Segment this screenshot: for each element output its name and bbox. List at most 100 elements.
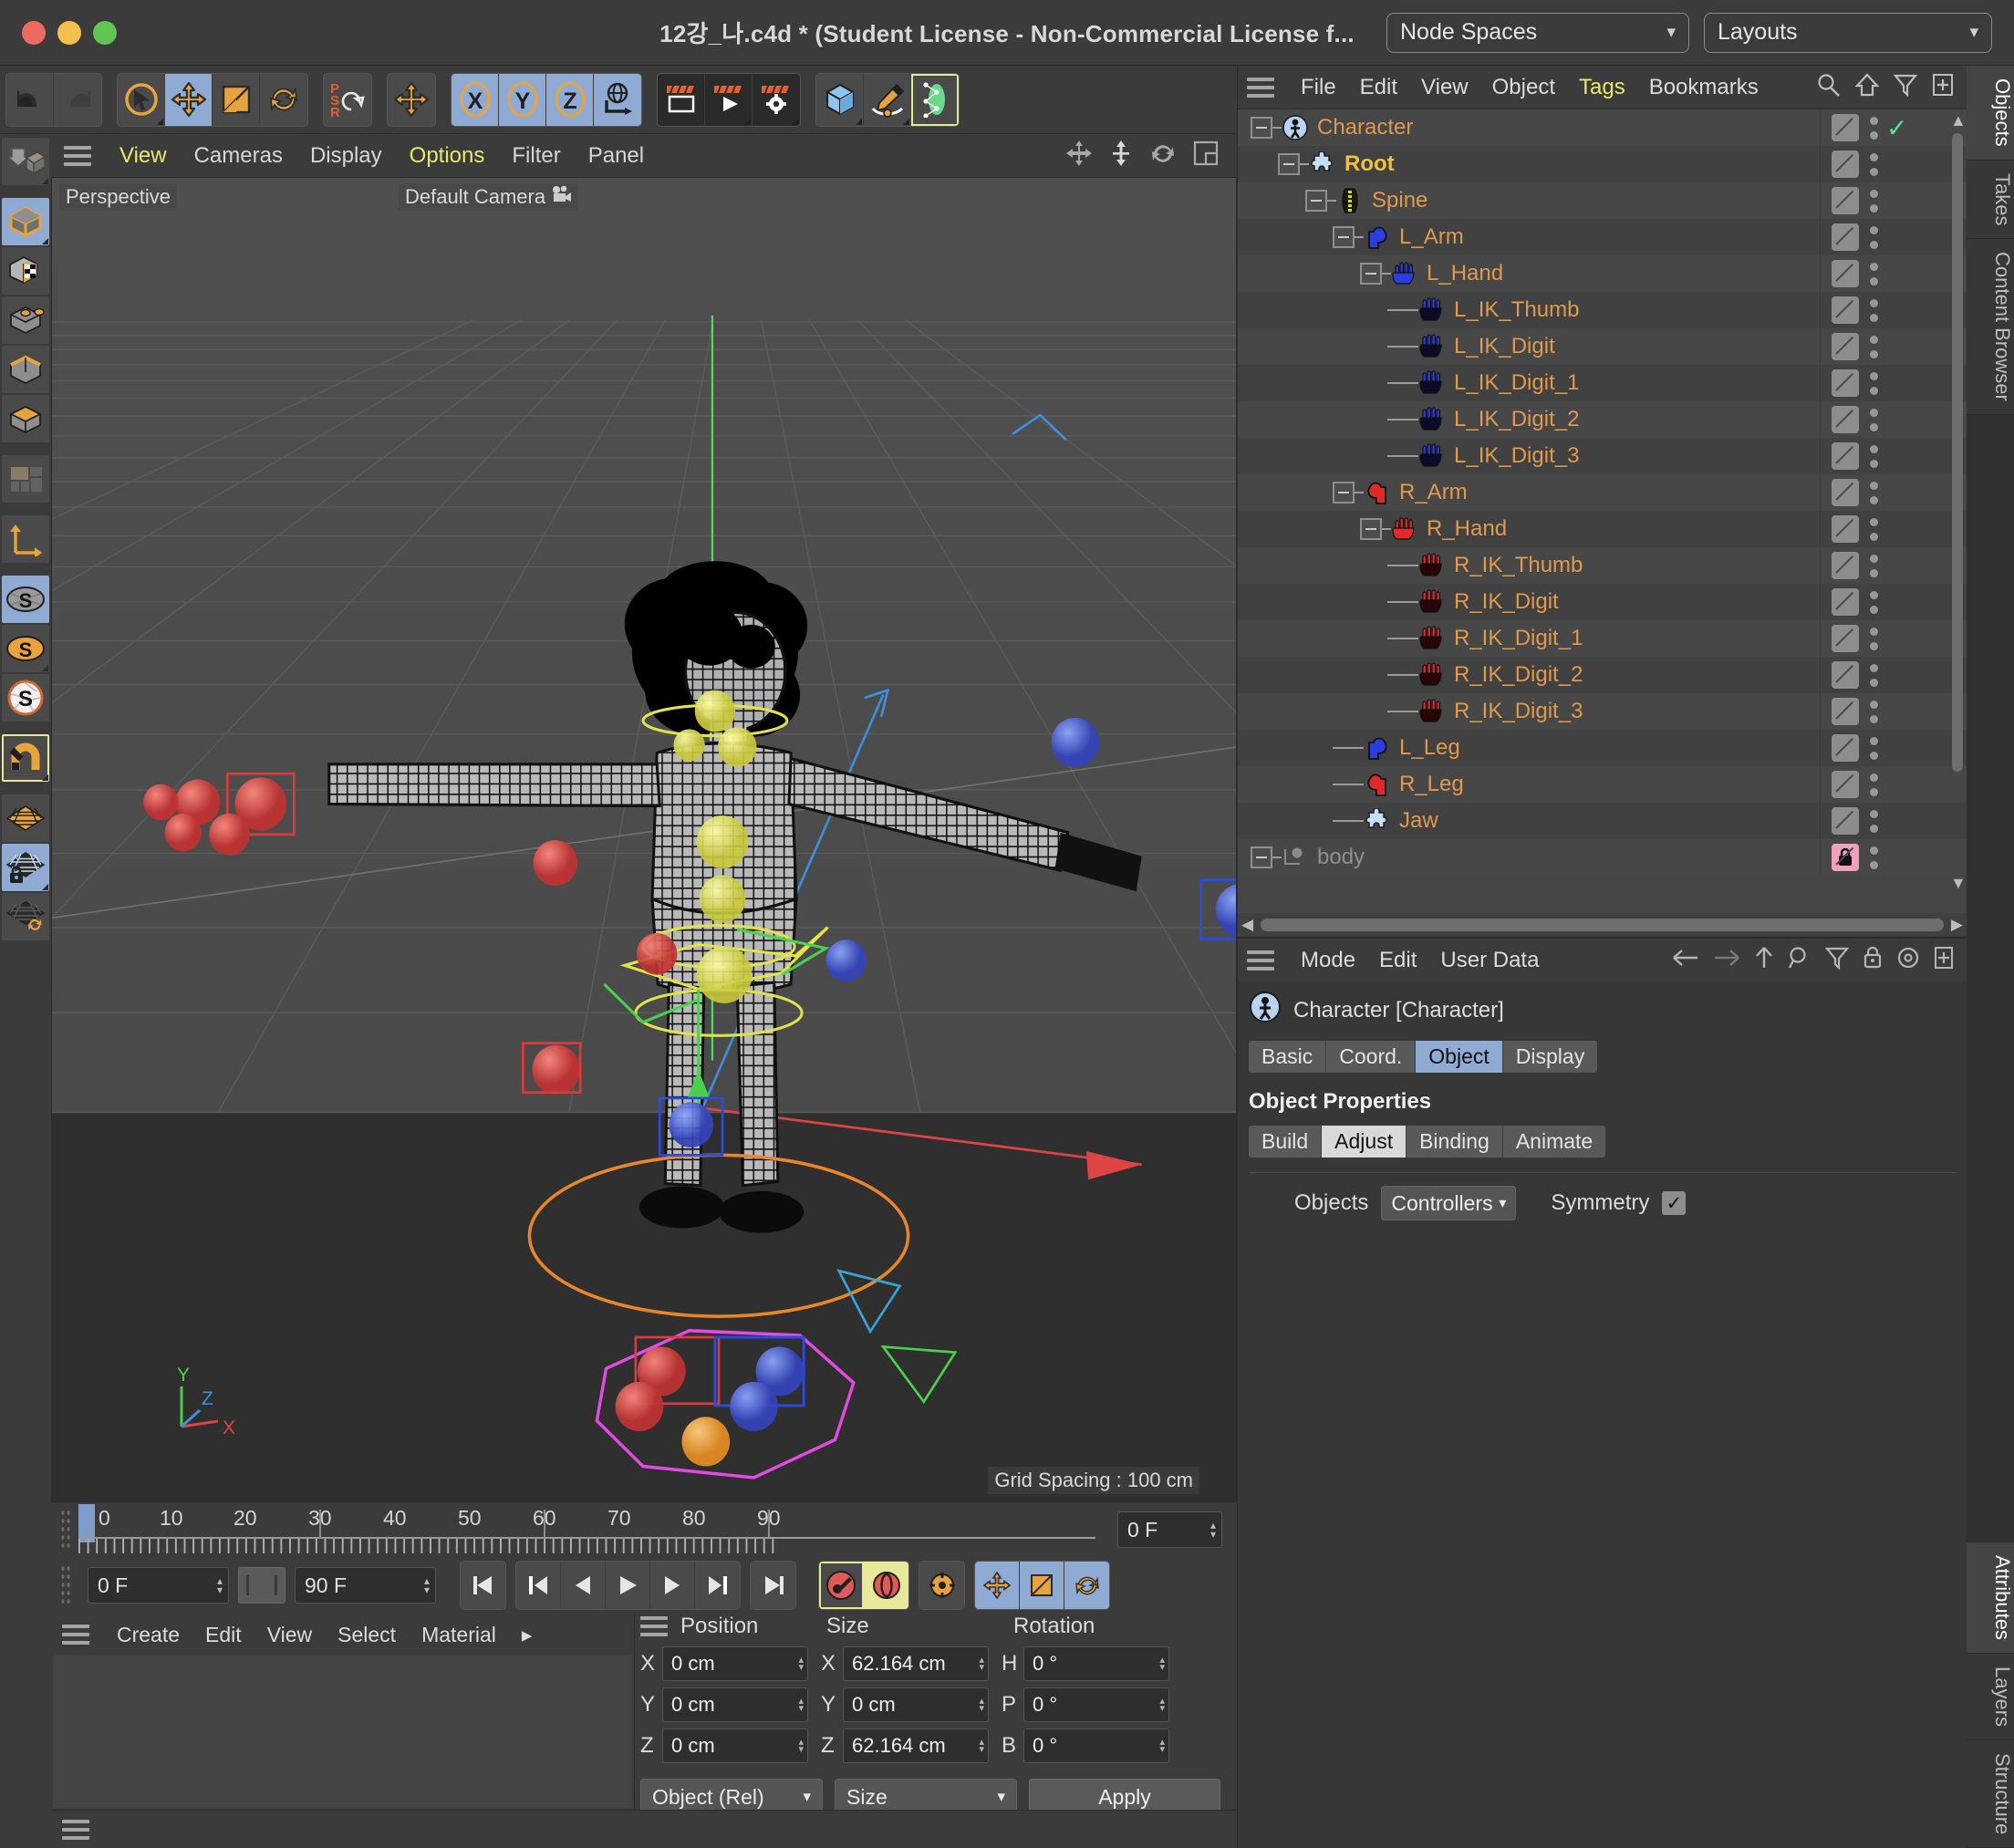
record-position-button[interactable] — [975, 1562, 1020, 1609]
tool-expand-corner[interactable] — [157, 118, 163, 125]
tool-expand-corner[interactable] — [744, 118, 751, 125]
lock-y-axis[interactable]: Y — [499, 73, 546, 126]
snap-toggle-button[interactable] — [2, 734, 49, 782]
side-tab-takes[interactable]: Takes — [1967, 160, 2014, 240]
attributes-menu-edit[interactable]: Edit — [1367, 948, 1428, 973]
filter-icon[interactable] — [1824, 946, 1850, 974]
material-menu-create[interactable]: Create — [104, 1623, 192, 1647]
tree-expander-icon[interactable] — [1360, 518, 1382, 540]
object-tree-row[interactable]: L_IK_Thumb — [1238, 292, 1967, 328]
object-menu-edit[interactable]: Edit — [1348, 75, 1409, 100]
object-tree-row[interactable]: L_Arm — [1238, 219, 1967, 255]
spinner-icon[interactable]: ▴ ▾ — [217, 1575, 223, 1595]
object-tree-label[interactable]: L_IK_Digit — [1454, 334, 1555, 359]
psr-toggle[interactable]: P S R — [324, 73, 371, 126]
minimize-window-button[interactable] — [57, 20, 81, 45]
viewport-3d[interactable]: Perspective Default Camera Grid Spacing … — [51, 177, 1237, 1502]
tool-expand-corner[interactable] — [903, 118, 909, 125]
move-view-icon[interactable] — [1065, 140, 1093, 171]
tool-expand-corner[interactable] — [42, 884, 48, 890]
visibility-dots-icon[interactable] — [1870, 736, 1878, 760]
model-mode-button[interactable] — [2, 198, 49, 245]
visibility-dots-icon[interactable] — [1870, 116, 1878, 140]
spline-pen-button[interactable] — [864, 73, 911, 126]
tag-slot-icon[interactable] — [1832, 625, 1859, 652]
position-z-input[interactable]: 0 cm ▴ ▾ — [662, 1729, 808, 1763]
scrollbar-thumb[interactable] — [1952, 133, 1963, 772]
side-tab-layers[interactable]: Layers — [1967, 1653, 2014, 1740]
lock-x-axis[interactable]: X — [452, 73, 499, 126]
material-menu-material[interactable]: Material — [409, 1623, 509, 1647]
viewport-menu-panel[interactable]: Panel — [575, 143, 658, 169]
viewport-menu-view[interactable]: View — [106, 143, 181, 169]
object-tree-label[interactable]: L_IK_Digit_2 — [1454, 407, 1579, 432]
rotation-p-input[interactable]: 0 ° ▴ ▾ — [1023, 1687, 1169, 1722]
go-to-start-button[interactable] — [461, 1562, 505, 1609]
visibility-dots-icon[interactable] — [1870, 773, 1878, 796]
visibility-dots-icon[interactable] — [1870, 481, 1878, 504]
object-tree-row[interactable]: Spine — [1238, 182, 1967, 219]
viewport-menu-cameras[interactable]: Cameras — [181, 143, 296, 169]
tab-basic[interactable]: Basic — [1249, 1041, 1327, 1073]
timeline-ruler[interactable]: 0 10 20 30 40 50 60 70 80 90 — [78, 1504, 1106, 1555]
viewport-menu-filter[interactable]: Filter — [498, 143, 574, 169]
tag-slot-icon[interactable] — [1832, 807, 1859, 835]
record-rotation-button[interactable] — [1064, 1562, 1109, 1609]
window-controls[interactable] — [22, 20, 117, 45]
spinner-icon[interactable]: ▴ ▾ — [1159, 1697, 1165, 1714]
side-tab-content-browser[interactable]: Content Browser — [1967, 239, 2014, 415]
spinner-icon[interactable]: ▴ ▾ — [979, 1738, 984, 1755]
current-frame-field[interactable]: 0 F ▴ ▾ — [1117, 1511, 1222, 1548]
tag-slot-icon[interactable] — [1832, 515, 1859, 543]
step-forward-button[interactable] — [650, 1562, 695, 1609]
material-menu-icon[interactable] — [62, 1625, 89, 1645]
tag-slot-icon[interactable] — [1832, 223, 1859, 251]
object-tree-row[interactable]: Character ✓ — [1238, 109, 1967, 146]
keyframe-settings-button[interactable] — [919, 1562, 964, 1609]
object-tree-label[interactable]: R_Leg — [1399, 772, 1464, 797]
object-menu-object[interactable]: Object — [1480, 75, 1567, 100]
record-scale-button[interactable] — [1020, 1562, 1064, 1609]
texture-mode-button[interactable] — [2, 247, 49, 295]
tag-slot-icon[interactable] — [1832, 333, 1859, 360]
position-y-input[interactable]: 0 cm ▴ ▾ — [662, 1687, 808, 1722]
tag-slot-icon[interactable] — [1832, 260, 1859, 287]
viewport-menu-icon[interactable] — [64, 145, 91, 166]
panel-drag-handle[interactable] — [60, 1509, 71, 1551]
search-icon[interactable] — [1817, 73, 1841, 101]
node-spaces-dropdown[interactable]: Node Spaces ▾ — [1386, 12, 1689, 53]
edge-mode-button[interactable] — [2, 346, 49, 393]
add-panel-icon[interactable] — [1934, 946, 1954, 974]
object-tree-scrollbar-vertical[interactable]: ▲ ▼ — [1950, 111, 1967, 893]
object-tree-label[interactable]: Root — [1344, 151, 1395, 177]
tag-slot-icon[interactable] — [1832, 114, 1859, 141]
visibility-dots-icon[interactable] — [1870, 700, 1878, 723]
point-mode-button[interactable] — [2, 296, 49, 344]
object-tree-row[interactable]: R_Hand — [1238, 511, 1967, 547]
object-tree-row[interactable]: body — [1238, 839, 1967, 876]
maximize-view-icon[interactable] — [1193, 140, 1219, 171]
visibility-dots-icon[interactable] — [1870, 189, 1878, 213]
filter-icon[interactable] — [1893, 73, 1918, 101]
start-frame-field[interactable]: 0 F ▴ ▾ — [88, 1567, 229, 1604]
panel-drag-handle[interactable] — [60, 1564, 71, 1606]
object-tree-label[interactable]: Jaw — [1399, 808, 1438, 834]
object-tree-row[interactable]: Root — [1238, 146, 1967, 182]
rotate-view-icon[interactable] — [1149, 140, 1177, 171]
object-tree-row[interactable]: R_IK_Digit_2 — [1238, 657, 1967, 693]
scrollbar-thumb[interactable] — [1261, 919, 1944, 931]
tag-slot-icon[interactable] — [1832, 406, 1859, 433]
side-tab-objects[interactable]: Objects — [1967, 66, 2014, 161]
up-arrow-icon[interactable] — [1754, 946, 1774, 974]
search-icon[interactable] — [1788, 946, 1812, 974]
visibility-dots-icon[interactable] — [1870, 152, 1878, 176]
object-tree-label[interactable]: R_IK_Digit_3 — [1454, 699, 1583, 724]
attributes-menu-icon[interactable] — [1247, 950, 1274, 971]
tree-expander-icon[interactable] — [1251, 846, 1272, 868]
tool-expand-corner[interactable] — [793, 118, 799, 125]
symmetry-checkbox[interactable]: ✓ — [1662, 1191, 1687, 1215]
material-menu-select[interactable]: Select — [325, 1623, 409, 1647]
tree-expander-icon[interactable] — [1305, 190, 1327, 212]
previous-key-button[interactable] — [516, 1562, 561, 1609]
object-tree-row[interactable]: L_Leg — [1238, 730, 1967, 766]
